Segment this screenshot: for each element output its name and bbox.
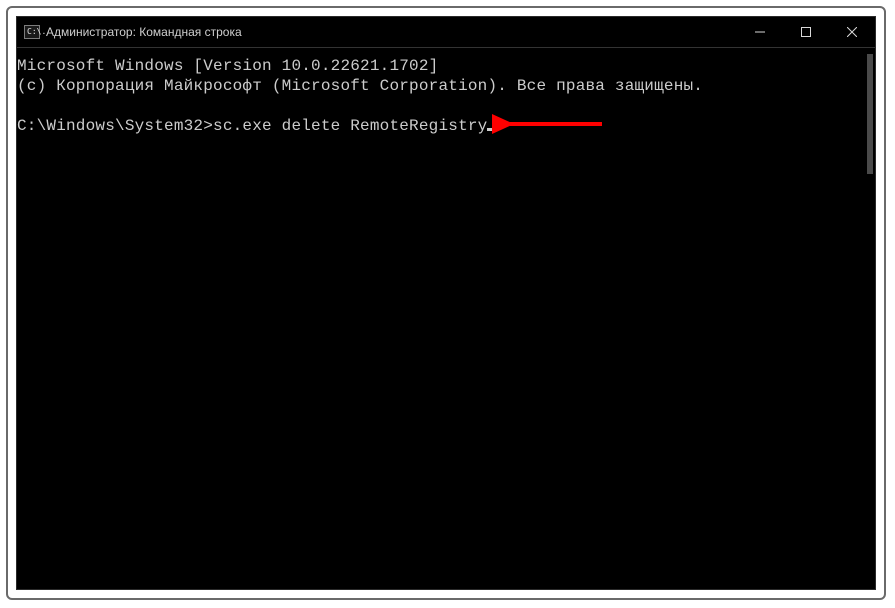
close-icon: [847, 27, 857, 37]
cmd-icon: C:\.: [24, 25, 40, 39]
cursor: [487, 128, 496, 131]
version-line: Microsoft Windows [Version 10.0.22621.17…: [17, 57, 438, 75]
cmd-window: C:\. Администратор: Командная строка: [16, 16, 876, 590]
window-title: Администратор: Командная строка: [46, 25, 242, 39]
maximize-button[interactable]: [783, 17, 829, 47]
maximize-icon: [801, 27, 811, 37]
scrollbar-thumb[interactable]: [867, 54, 873, 174]
close-button[interactable]: [829, 17, 875, 47]
cmd-icon-label: C:\.: [27, 28, 46, 36]
minimize-icon: [755, 27, 765, 37]
scrollbar[interactable]: [859, 48, 875, 589]
minimize-button[interactable]: [737, 17, 783, 47]
prompt: C:\Windows\System32>: [17, 117, 213, 135]
screenshot-frame: C:\. Администратор: Командная строка: [6, 6, 886, 600]
window-controls: [737, 17, 875, 47]
titlebar[interactable]: C:\. Администратор: Командная строка: [17, 17, 875, 47]
terminal-output[interactable]: Microsoft Windows [Version 10.0.22621.17…: [17, 48, 859, 589]
terminal-area[interactable]: Microsoft Windows [Version 10.0.22621.17…: [17, 48, 875, 589]
copyright-line: (c) Корпорация Майкрософт (Microsoft Cor…: [17, 77, 703, 95]
command-text: sc.exe delete RemoteRegistry: [213, 117, 487, 135]
